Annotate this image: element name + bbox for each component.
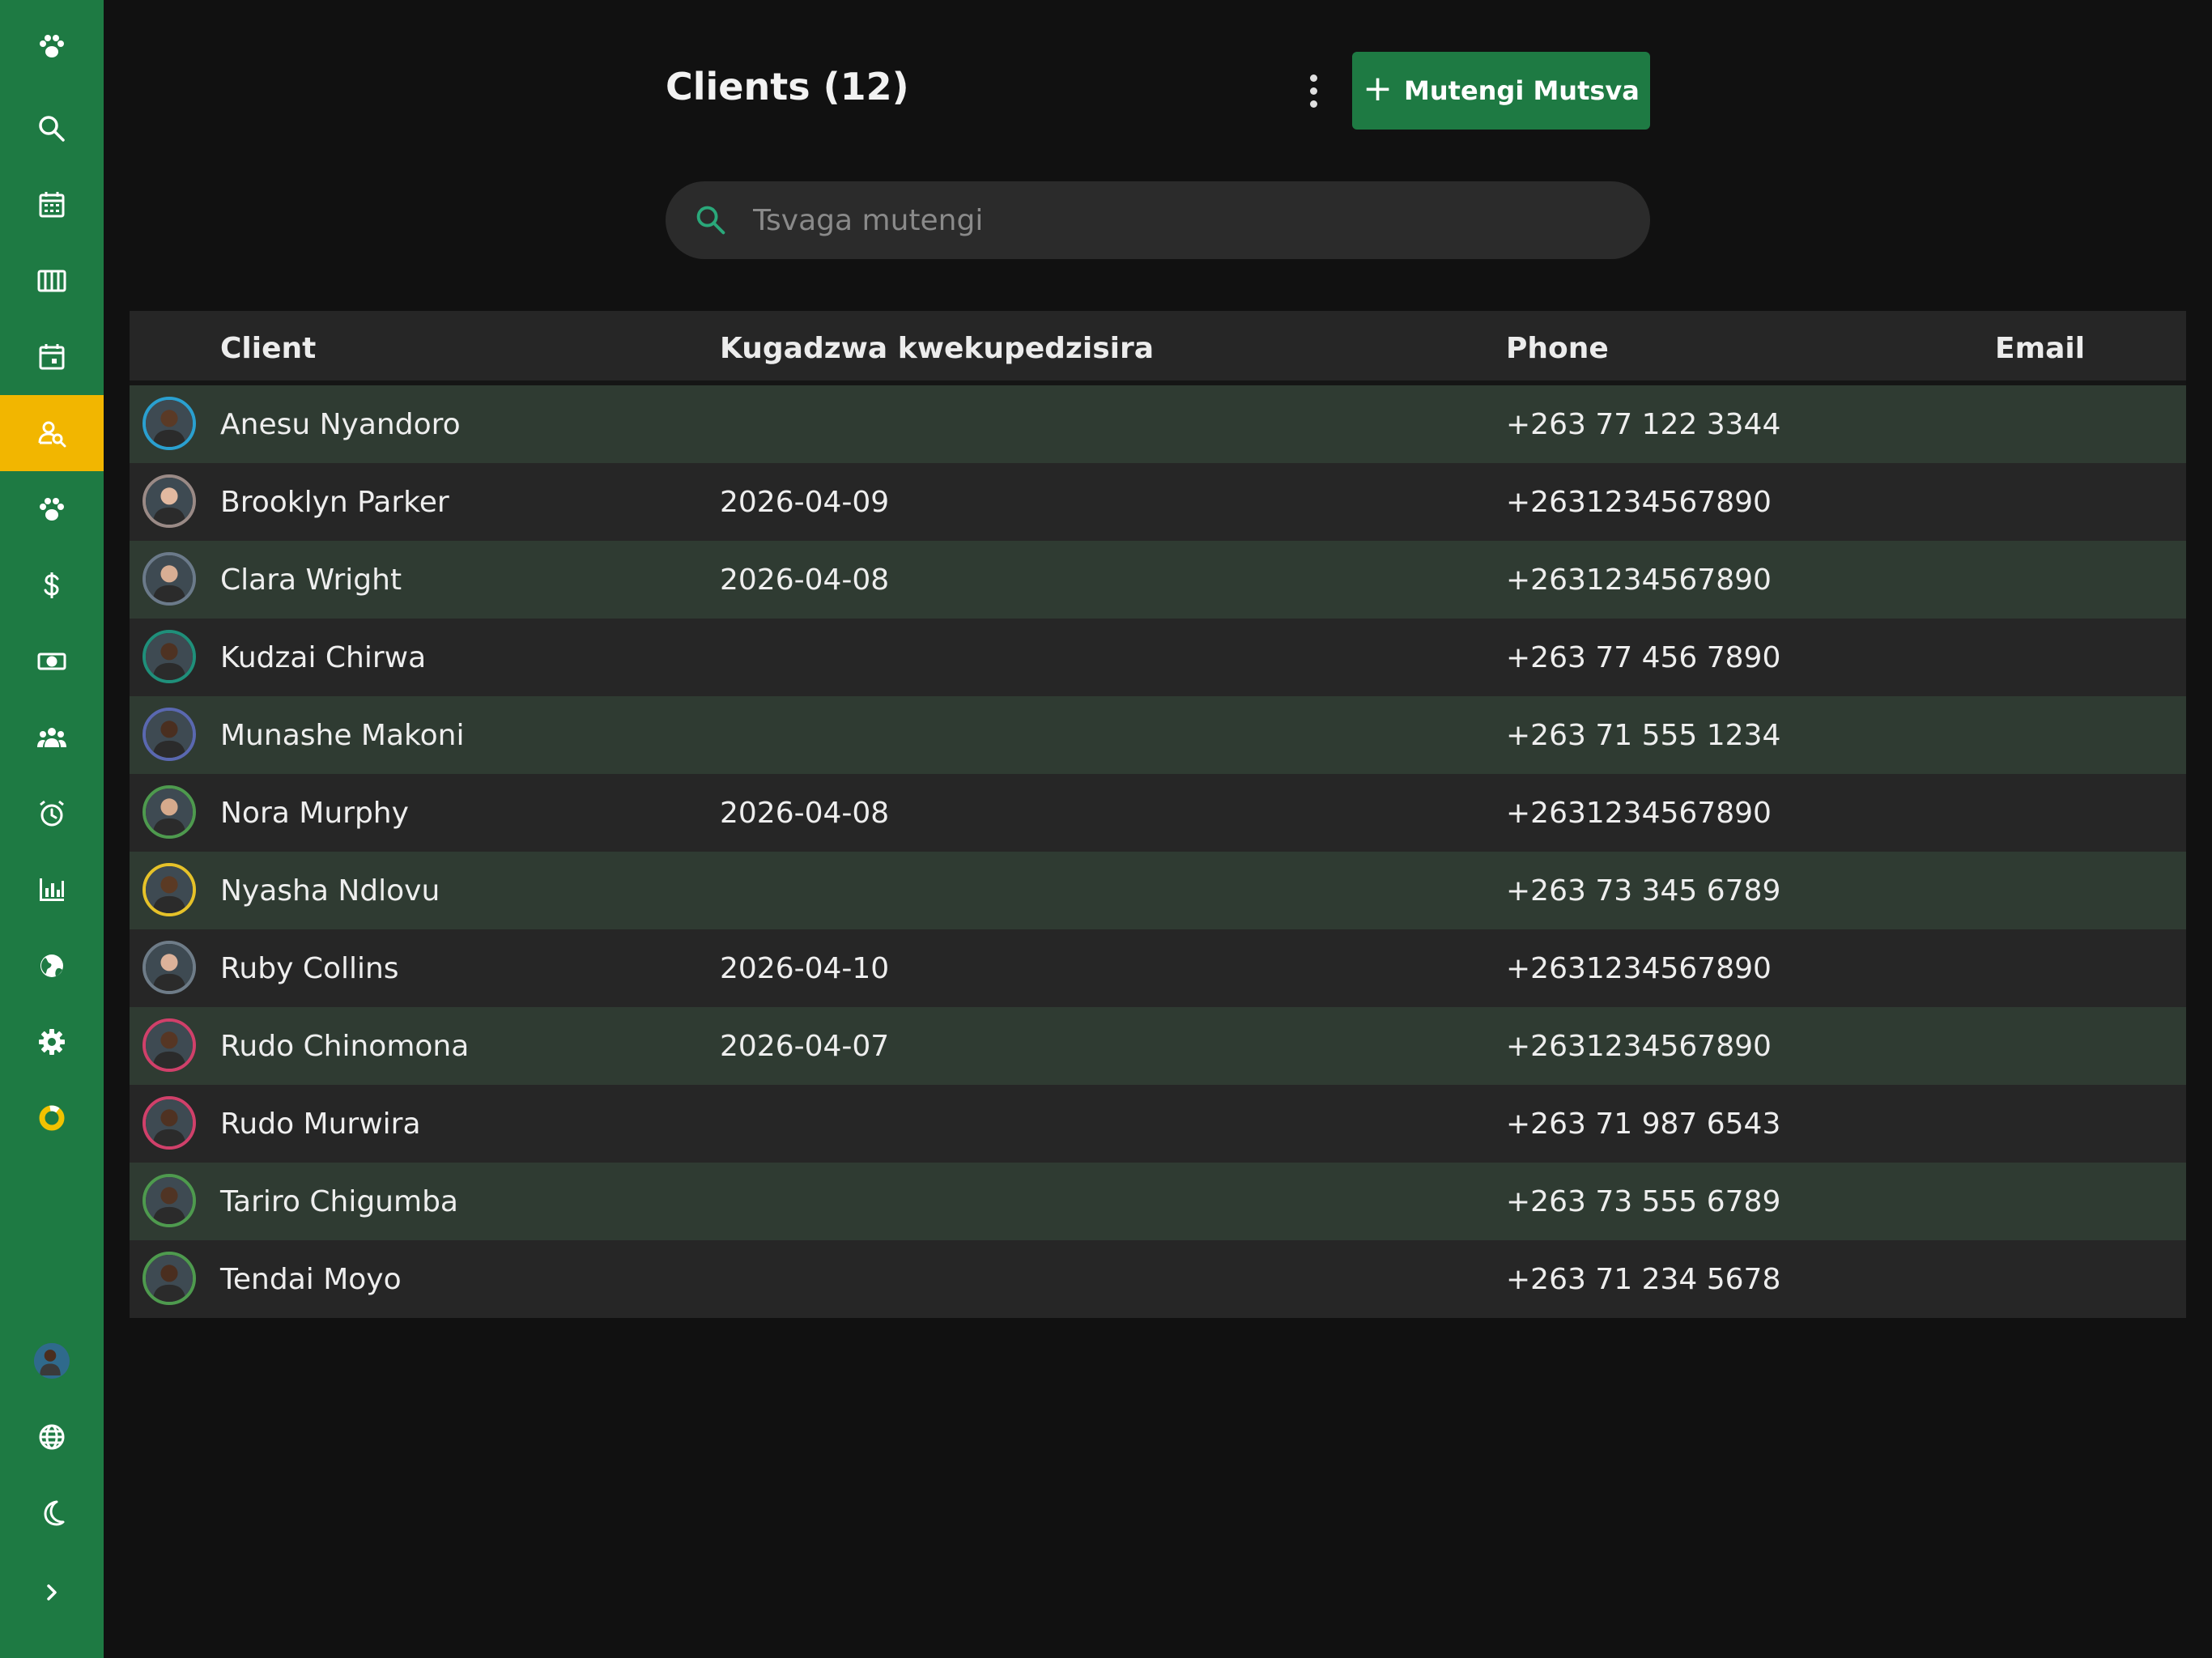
table-row[interactable]: Clara Wright 2026-04-08 +2631234567890 [130, 541, 2186, 619]
client-avatar [143, 941, 196, 994]
client-avatar [143, 630, 196, 683]
client-name: Anesu Nyandoro [220, 407, 461, 441]
client-phone: +2631234567890 [1506, 1029, 1772, 1063]
client-avatar [143, 1096, 196, 1150]
calendar-grid-icon[interactable] [0, 167, 104, 243]
client-phone: +263 73 555 6789 [1506, 1184, 1781, 1218]
table-row[interactable]: Rudo Chinomona 2026-04-07 +2631234567890 [130, 1007, 2186, 1085]
last-booked-date: 2026-04-07 [720, 1029, 890, 1063]
donut-icon[interactable] [0, 1080, 104, 1156]
kebab-dot [1309, 74, 1317, 82]
new-client-button[interactable]: + Mutengi Mutsva [1352, 52, 1650, 130]
client-search-icon[interactable] [0, 395, 104, 471]
client-phone: +2631234567890 [1506, 796, 1772, 830]
client-avatar [143, 397, 196, 450]
kebab-dot [1309, 100, 1317, 108]
columns-icon[interactable] [0, 243, 104, 319]
client-name: Tendai Moyo [220, 1262, 402, 1296]
calendar-day-icon[interactable] [0, 319, 104, 395]
search-icon [696, 206, 725, 235]
search-bar [666, 181, 1650, 259]
client-name: Munashe Makoni [220, 718, 465, 752]
client-avatar [143, 1174, 196, 1227]
paw-logo-icon[interactable] [0, 8, 104, 84]
client-avatar [143, 863, 196, 916]
language-globe-icon[interactable] [0, 1399, 104, 1475]
client-name: Ruby Collins [220, 951, 399, 985]
last-booked-date: 2026-04-08 [720, 563, 890, 597]
table-header: Client Kugadzwa kwekupedzisira Phone Ema… [130, 311, 2186, 385]
new-client-label: Mutengi Mutsva [1404, 75, 1640, 106]
clients-table: Client Kugadzwa kwekupedzisira Phone Ema… [130, 311, 2186, 1318]
header-email[interactable]: Email [1995, 311, 2085, 385]
paw-icon[interactable] [0, 471, 104, 547]
user-avatar[interactable] [0, 1323, 104, 1399]
table-row[interactable]: Tariro Chigumba +263 73 555 6789 [130, 1163, 2186, 1240]
table-row[interactable]: Kudzai Chirwa +263 77 456 7890 [130, 619, 2186, 696]
dollar-icon[interactable] [0, 547, 104, 623]
alarm-icon[interactable] [0, 776, 104, 852]
search-icon[interactable] [0, 91, 104, 167]
plus-icon: + [1363, 68, 1393, 109]
client-avatar [143, 1018, 196, 1072]
client-avatar [143, 708, 196, 761]
client-name: Rudo Chinomona [220, 1029, 470, 1063]
table-row[interactable]: Anesu Nyandoro +263 77 122 3344 [130, 385, 2186, 463]
gear-icon[interactable] [0, 1004, 104, 1080]
header-last-booked[interactable]: Kugadzwa kwekupedzisira [720, 311, 1154, 385]
client-phone: +2631234567890 [1506, 563, 1772, 597]
client-phone: +2631234567890 [1506, 485, 1772, 519]
client-avatar [143, 785, 196, 839]
client-phone: +263 71 987 6543 [1506, 1107, 1781, 1141]
table-row[interactable]: Brooklyn Parker 2026-04-09 +263123456789… [130, 463, 2186, 541]
client-name: Kudzai Chirwa [220, 640, 427, 674]
last-booked-date: 2026-04-09 [720, 485, 890, 519]
last-booked-date: 2026-04-08 [720, 796, 890, 830]
client-name: Brooklyn Parker [220, 485, 449, 519]
header-phone[interactable]: Phone [1506, 311, 1609, 385]
table-row[interactable]: Rudo Murwira +263 71 987 6543 [130, 1085, 2186, 1163]
client-phone: +263 71 234 5678 [1506, 1262, 1781, 1296]
users-icon[interactable] [0, 699, 104, 776]
client-phone: +263 71 555 1234 [1506, 718, 1781, 752]
table-row[interactable]: Tendai Moyo +263 71 234 5678 [130, 1240, 2186, 1318]
cash-icon[interactable] [0, 623, 104, 699]
client-avatar [143, 474, 196, 528]
table-body: Anesu Nyandoro +263 77 122 3344 Brooklyn… [130, 385, 2186, 1318]
moon-icon[interactable] [0, 1475, 104, 1551]
table-row[interactable]: Nyasha Ndlovu +263 73 345 6789 [130, 852, 2186, 929]
chevron-right-icon[interactable] [0, 1554, 104, 1630]
header-client[interactable]: Client [220, 311, 316, 385]
table-row[interactable]: Ruby Collins 2026-04-10 +2631234567890 [130, 929, 2186, 1007]
client-phone: +2631234567890 [1506, 951, 1772, 985]
client-name: Nora Murphy [220, 796, 409, 830]
table-row[interactable]: Munashe Makoni +263 71 555 1234 [130, 696, 2186, 774]
search-input[interactable] [753, 203, 1563, 237]
client-phone: +263 77 122 3344 [1506, 407, 1781, 441]
client-name: Nyasha Ndlovu [220, 874, 440, 908]
client-avatar [143, 1252, 196, 1305]
globe-earth-icon[interactable] [0, 928, 104, 1004]
client-name: Tariro Chigumba [220, 1184, 458, 1218]
client-phone: +263 77 456 7890 [1506, 640, 1781, 674]
kebab-dot [1309, 87, 1317, 95]
page-title: Clients (12) [666, 65, 909, 108]
client-name: Rudo Murwira [220, 1107, 421, 1141]
more-options-button[interactable] [1295, 68, 1331, 113]
table-row[interactable]: Nora Murphy 2026-04-08 +2631234567890 [130, 774, 2186, 852]
client-phone: +263 73 345 6789 [1506, 874, 1781, 908]
bar-chart-icon[interactable] [0, 852, 104, 928]
sidebar [0, 0, 104, 1658]
last-booked-date: 2026-04-10 [720, 951, 890, 985]
client-avatar [143, 552, 196, 606]
client-name: Clara Wright [220, 563, 402, 597]
